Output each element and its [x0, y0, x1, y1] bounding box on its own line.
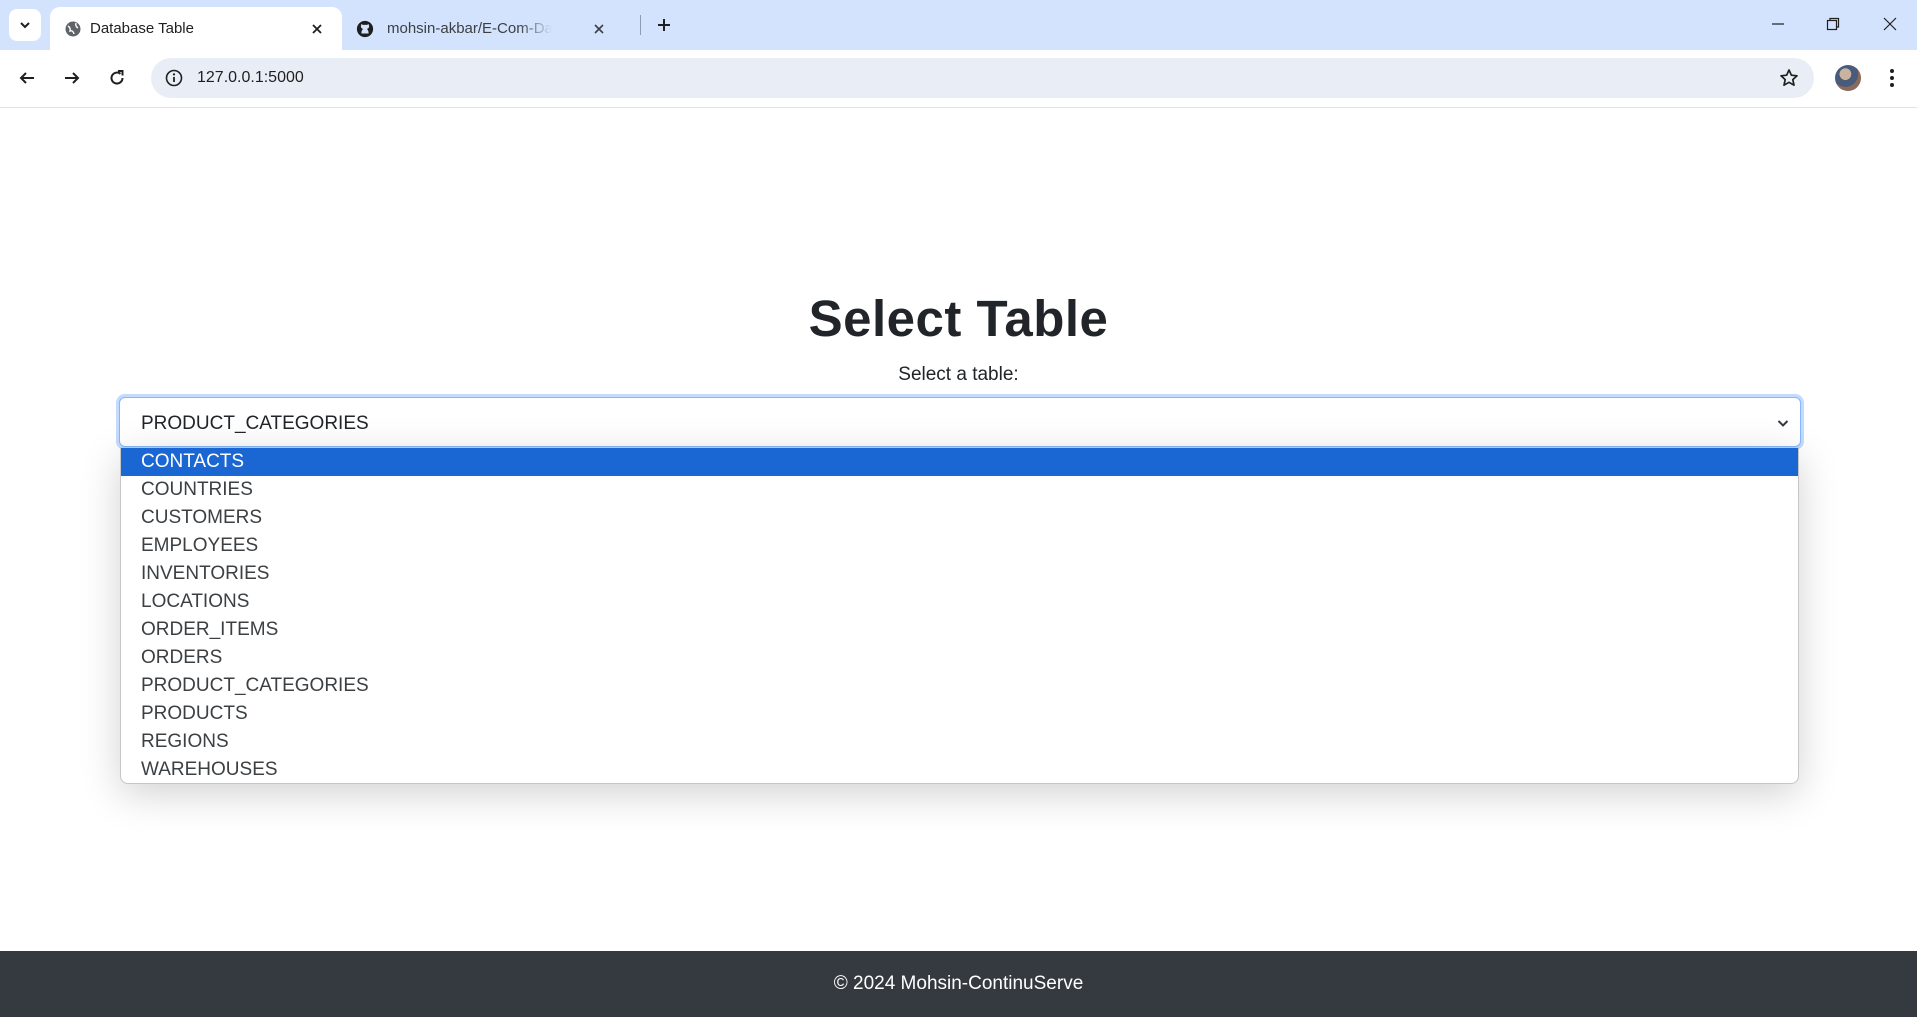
plus-icon	[658, 19, 670, 31]
tab-github[interactable]: mohsin-akbar/E-Com-Data-handling	[342, 7, 632, 50]
site-info-icon[interactable]	[163, 67, 185, 89]
close-icon[interactable]	[306, 18, 328, 40]
page-title: Select Table	[808, 290, 1109, 347]
restore-button[interactable]	[1810, 7, 1856, 41]
more-vert-icon	[1890, 69, 1894, 87]
tab-database-table[interactable]: Database Table	[50, 7, 342, 50]
option-employees[interactable]: EMPLOYEES	[121, 532, 1798, 560]
option-orders[interactable]: ORDERS	[121, 644, 1798, 672]
address-bar[interactable]: 127.0.0.1:5000	[151, 58, 1814, 98]
option-customers[interactable]: CUSTOMERS	[121, 504, 1798, 532]
bookmark-star-icon[interactable]	[1778, 67, 1800, 89]
option-regions[interactable]: REGIONS	[121, 728, 1798, 756]
close-icon[interactable]	[588, 18, 610, 40]
tab-search-button[interactable]	[9, 9, 41, 41]
tab-title: Database Table	[90, 20, 194, 37]
chevron-down-icon	[1774, 414, 1792, 432]
arrow-right-icon	[65, 72, 80, 84]
minimize-button[interactable]	[1755, 7, 1801, 41]
github-icon	[356, 20, 374, 38]
footer-copyright: © 2024 Mohsin-ContinuServe	[833, 973, 1084, 994]
option-order-items[interactable]: ORDER_ITEMS	[121, 616, 1798, 644]
select-dropdown-list: CONTACTS COUNTRIES CUSTOMERS EMPLOYEES I…	[120, 447, 1799, 784]
tab-title: mohsin-akbar/E-Com-Data-handling	[387, 20, 552, 37]
browser-menu-button[interactable]	[1878, 61, 1906, 95]
option-warehouses[interactable]: WAREHOUSES	[121, 756, 1798, 783]
globe-icon	[64, 20, 82, 38]
reload-button[interactable]	[100, 61, 134, 95]
option-product-categories[interactable]: PRODUCT_CATEGORIES	[121, 672, 1798, 700]
restore-icon	[1826, 17, 1840, 31]
url-text[interactable]: 127.0.0.1:5000	[197, 69, 304, 87]
option-products[interactable]: PRODUCTS	[121, 700, 1798, 728]
profile-avatar[interactable]	[1835, 65, 1861, 91]
option-inventories[interactable]: INVENTORIES	[121, 560, 1798, 588]
page-content: Select Table Select a table: PRODUCT_CAT…	[0, 109, 1917, 951]
arrow-left-icon	[19, 72, 34, 84]
tab-strip: Database Table mohsin-akbar/E-Com-Data-h…	[0, 0, 1917, 50]
table-select[interactable]: PRODUCT_CATEGORIES	[119, 397, 1801, 447]
select-label: Select a table:	[898, 364, 1019, 385]
new-tab-button[interactable]	[650, 11, 678, 39]
window-close-button[interactable]	[1867, 7, 1913, 41]
forward-button[interactable]	[55, 61, 89, 95]
browser-window: Database Table mohsin-akbar/E-Com-Data-h…	[0, 0, 1917, 1017]
reload-icon	[110, 70, 124, 85]
browser-toolbar: 127.0.0.1:5000	[0, 50, 1917, 108]
close-icon	[1883, 17, 1897, 31]
option-countries[interactable]: COUNTRIES	[121, 476, 1798, 504]
page-footer: © 2024 Mohsin-ContinuServe	[0, 951, 1917, 1017]
minimize-icon	[1772, 23, 1784, 25]
option-contacts[interactable]: CONTACTS	[121, 448, 1798, 476]
back-button[interactable]	[10, 61, 44, 95]
chevron-down-icon	[20, 22, 30, 29]
option-locations[interactable]: LOCATIONS	[121, 588, 1798, 616]
tab-separator	[640, 15, 641, 35]
select-current-value: PRODUCT_CATEGORIES	[141, 413, 369, 434]
